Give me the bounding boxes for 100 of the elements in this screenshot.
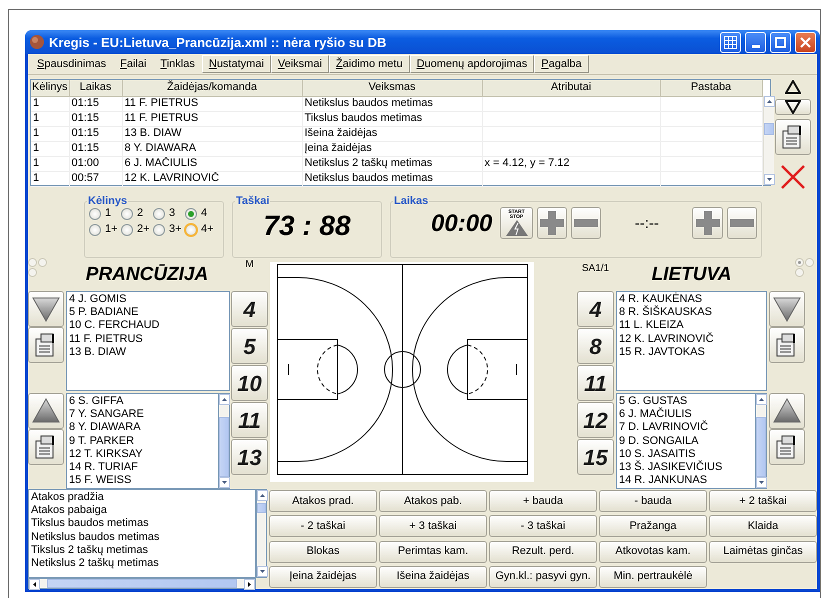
up-triangle-button[interactable] <box>769 393 805 429</box>
edit-button[interactable] <box>775 119 811 155</box>
action-button[interactable]: Išeina žaidėjas <box>379 566 487 588</box>
down-triangle-button[interactable] <box>28 291 64 327</box>
menu-item[interactable]: Duomenų apdorojimas <box>410 55 534 73</box>
scrollbar[interactable] <box>28 578 256 589</box>
column-header[interactable]: Pastaba <box>660 80 762 96</box>
action-button[interactable]: Atkovotas kam. <box>599 540 707 562</box>
scrollbar[interactable] <box>219 393 230 489</box>
player-list[interactable]: 5 G. GUSTAS 6 J. MAČIULIS 7 D. LAVRINOVIČ 9 D. SONGAILA 10 S. JASAITIS 13 Š. JASIKEVIČIUS 14 R. JANKUNAS <box>616 393 756 489</box>
action-button[interactable]: Blokas <box>269 540 377 562</box>
minus-button[interactable] <box>570 207 602 239</box>
radio-button[interactable] <box>89 208 101 220</box>
action-button[interactable]: + 3 taškai <box>379 515 487 538</box>
delete-icon <box>780 164 806 190</box>
menu-item[interactable]: Nustatymai <box>202 55 271 73</box>
plus-icon <box>694 210 721 236</box>
action-button[interactable]: Atakos prad. <box>269 490 377 512</box>
scroll-thumb[interactable] <box>219 416 229 478</box>
radio-button[interactable] <box>121 208 133 220</box>
radio-indicator[interactable] <box>795 268 804 277</box>
player-number-button[interactable]: 12 <box>577 402 614 438</box>
menu-item[interactable]: Pagalba <box>534 55 589 73</box>
column-header[interactable]: Veiksmas <box>302 80 482 96</box>
column-header[interactable]: Žaidėjas/komanda <box>122 80 302 96</box>
radio-button[interactable] <box>153 224 165 236</box>
menu-item[interactable]: Veiksmai <box>270 55 329 73</box>
app-icon <box>29 34 45 50</box>
minimize-icon <box>752 44 760 48</box>
minimize-button[interactable] <box>745 32 766 52</box>
down-triangle-button[interactable] <box>769 291 805 327</box>
player-list[interactable]: 4 J. GOMIS 5 P. BADIANE 10 C. FERCHAUD 11 F. PIETRUS 13 B. DIAW <box>66 291 230 391</box>
radio-indicator[interactable] <box>28 258 37 267</box>
action-button[interactable]: - 2 taškai <box>269 515 377 538</box>
down-arrow-button[interactable] <box>775 99 811 115</box>
radio-indicator[interactable] <box>28 268 37 277</box>
maximize-icon <box>775 36 786 48</box>
close-button[interactable] <box>795 32 816 52</box>
player-number-button[interactable]: 10 <box>231 365 268 401</box>
player-list[interactable]: 4 R. KAUKĖNAS 8 R. ŠIŠKAUSKAS 11 L. KLEIZA 12 K. LAVRINOVIČ 15 R. JAVTOKAS <box>616 291 767 391</box>
radio-button[interactable] <box>185 208 197 220</box>
player-number-button[interactable]: 13 <box>231 439 268 475</box>
action-button[interactable]: Laimėtas ginčas <box>709 540 817 562</box>
action-button[interactable]: + 2 taškai <box>709 490 817 512</box>
down-triangle-icon <box>785 100 801 114</box>
player-number-button[interactable]: 4 <box>231 291 268 327</box>
radio-button[interactable] <box>121 224 133 236</box>
action-button[interactable]: Rezult. perd. <box>489 540 597 562</box>
player-number-button[interactable]: 15 <box>577 439 614 475</box>
column-header[interactable]: Atributai <box>482 80 660 96</box>
scroll-thumb[interactable] <box>764 123 774 135</box>
edit-button[interactable] <box>769 327 805 363</box>
player-number-button[interactable]: 8 <box>577 328 614 364</box>
action-button[interactable]: + bauda <box>489 490 597 512</box>
scrollbar[interactable] <box>256 489 267 578</box>
column-header[interactable]: Kėlinys <box>31 80 69 96</box>
column-header[interactable]: Laikas <box>69 80 122 96</box>
radio-button[interactable] <box>89 224 101 236</box>
grid-icon[interactable] <box>720 32 741 52</box>
group-title: Kėlinys <box>87 196 128 207</box>
maximize-button[interactable] <box>770 32 791 52</box>
action-button[interactable]: Perimtas kam. <box>379 540 487 562</box>
radio-indicator[interactable] <box>38 258 47 267</box>
player-number-button[interactable]: 11 <box>577 365 614 401</box>
radio-button[interactable] <box>153 208 165 220</box>
edit-button[interactable] <box>769 429 805 465</box>
edit-button[interactable] <box>28 429 64 465</box>
scroll-thumb[interactable] <box>47 579 237 588</box>
action-button[interactable]: - bauda <box>599 490 707 512</box>
radio-indicator[interactable] <box>795 258 804 267</box>
action-button[interactable]: Klaida <box>709 515 817 538</box>
menu-item[interactable]: Spausdinimas <box>30 55 114 73</box>
minus-button[interactable] <box>726 207 758 239</box>
scroll-thumb[interactable] <box>257 503 266 513</box>
scroll-thumb[interactable] <box>756 416 766 478</box>
action-button[interactable]: Pražanga <box>599 515 707 538</box>
up-triangle-button[interactable] <box>28 393 64 429</box>
edit-button[interactable] <box>28 327 64 363</box>
player-number-button[interactable]: 11 <box>231 402 268 438</box>
radio-indicator[interactable] <box>805 258 814 267</box>
menu-item[interactable]: Tinklas <box>153 55 202 73</box>
action-button[interactable]: Įeina žaidėjas <box>269 566 377 588</box>
menu-item[interactable]: Žaidimo metu <box>328 55 410 73</box>
scroll-down-icon <box>222 481 227 484</box>
action-button[interactable]: Gyn.kl.: pasyvi gyn. <box>489 566 597 588</box>
action-button[interactable]: Min. pertraukėlė <box>599 566 707 588</box>
player-list[interactable]: 6 S. GIFFA 7 Y. SANGARE 8 Y. DIAWARA 9 T. PARKER 12 T. KIRKSAY 14 R. TURIAF 15 F. WEISS <box>66 393 219 489</box>
plus-button[interactable] <box>536 207 567 239</box>
scrollbar[interactable] <box>756 393 767 489</box>
action-button[interactable]: Atakos pab. <box>379 490 487 512</box>
player-number-button[interactable]: 5 <box>231 328 268 364</box>
action-list[interactable]: Atakos pradžia Atakos pabaiga Tikslus baudos metimas Netikslus baudos metimas Tikslus 2 taškų metimas Netikslus 2 taškų metimas <box>28 489 256 578</box>
action-button[interactable]: - 3 taškai <box>489 515 597 538</box>
table-cell: 11 F. PIETRUS <box>122 96 302 111</box>
team-tag: M <box>231 258 268 271</box>
table-cell: 1 <box>31 141 69 156</box>
plus-button[interactable] <box>692 207 723 239</box>
player-number-button[interactable]: 4 <box>577 291 614 327</box>
table-cell: Netikslus baudos metimas <box>302 96 482 111</box>
menu-item[interactable]: Failai <box>113 55 154 73</box>
